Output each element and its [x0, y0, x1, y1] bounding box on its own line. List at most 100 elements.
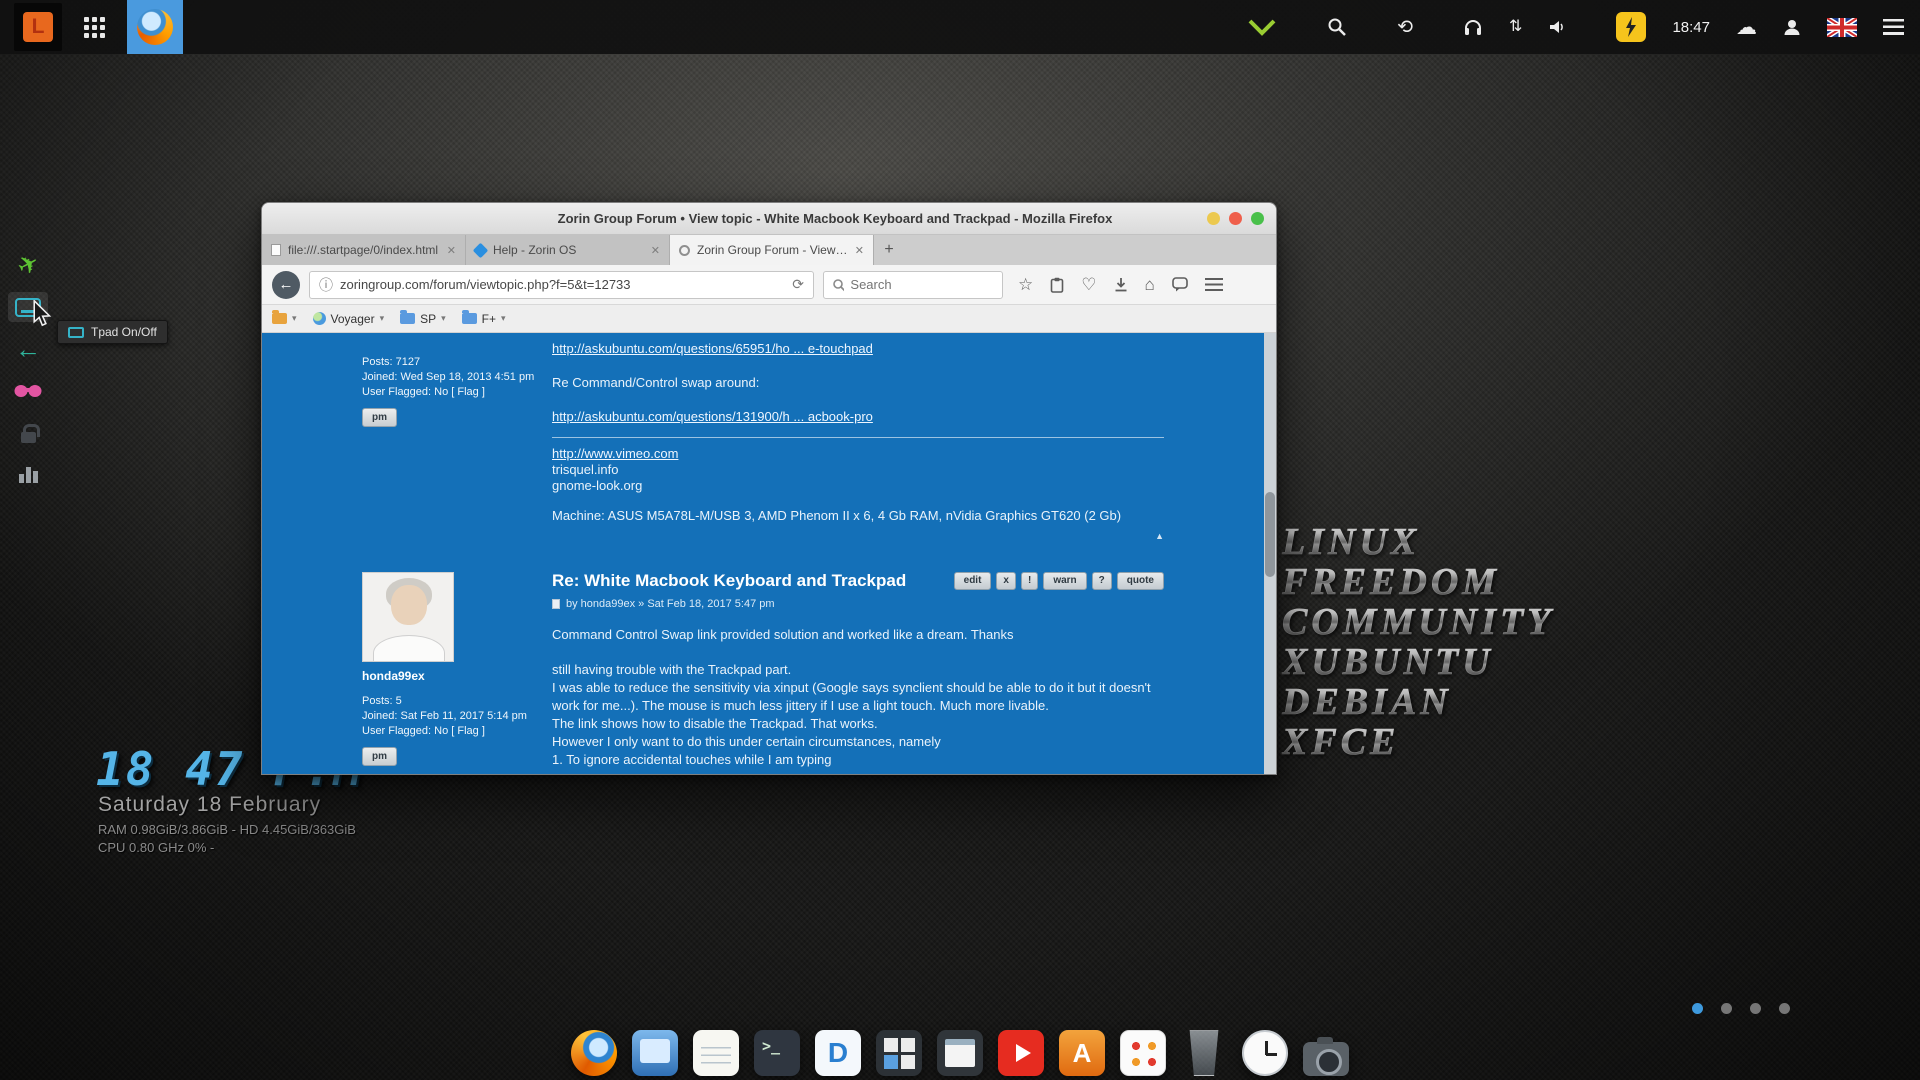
- back-to-top-icon[interactable]: ▲: [552, 528, 1164, 544]
- menu-icon[interactable]: [1205, 278, 1223, 291]
- search-input[interactable]: [850, 277, 994, 292]
- globe-favicon: [679, 245, 690, 256]
- dock-terminal-icon[interactable]: [754, 1030, 800, 1076]
- wallpaper-word: DEBIAN: [1282, 682, 1554, 722]
- user-account-icon[interactable]: [1783, 18, 1801, 36]
- tab-label: Zorin Group Forum - View top...: [697, 243, 848, 257]
- bookmarks-toolbar: ▾ Voyager ▾ SP ▾ F+ ▾: [262, 305, 1276, 333]
- pocket-heart-icon[interactable]: ♡: [1081, 276, 1096, 293]
- launcher-airplane-mode[interactable]: ✈: [8, 250, 48, 280]
- signature-text: trisquel.info: [552, 462, 1164, 478]
- chat-bubble-icon[interactable]: [1172, 277, 1188, 292]
- scrollbar[interactable]: [1264, 333, 1276, 775]
- weather-cloud-icon[interactable]: ☁: [1736, 17, 1757, 38]
- site-info-icon[interactable]: ⓘ: [319, 275, 333, 295]
- left-arrow-icon: ←: [15, 336, 41, 362]
- dock-trash-icon[interactable]: [1186, 1030, 1222, 1076]
- report-button[interactable]: !: [1021, 572, 1038, 590]
- dock-file-manager-icon[interactable]: [632, 1030, 678, 1076]
- post-link[interactable]: http://askubuntu.com/questions/65951/ho …: [552, 341, 873, 357]
- headphones-icon[interactable]: [1463, 18, 1483, 36]
- url-bar[interactable]: ⓘ zoringroup.com/forum/viewtopic.php?f=5…: [309, 271, 814, 299]
- home-icon[interactable]: ⌂: [1145, 276, 1155, 293]
- author-name[interactable]: honda99ex: [362, 669, 552, 684]
- updates-chevron-icon[interactable]: [1247, 18, 1277, 36]
- dock-text-editor-icon[interactable]: [693, 1030, 739, 1076]
- dock-docky-icon[interactable]: [815, 1030, 861, 1076]
- globe-icon: [313, 312, 326, 325]
- tab-close-icon[interactable]: ✕: [447, 244, 456, 257]
- workspace-dot-1[interactable]: [1692, 1003, 1703, 1014]
- tab-startpage[interactable]: file:///.startpage/0/index.html ✕: [262, 235, 466, 265]
- url-text[interactable]: zoringroup.com/forum/viewtopic.php?f=5&t…: [340, 277, 785, 292]
- distro-logo-button[interactable]: [14, 3, 62, 51]
- wallpaper-word: XFCE: [1282, 722, 1554, 762]
- post-byline: by honda99ex » Sat Feb 18, 2017 5:47 pm: [552, 596, 1164, 612]
- downloads-icon[interactable]: [1114, 277, 1128, 292]
- tab-close-icon[interactable]: ✕: [855, 244, 864, 257]
- bookmark-sp[interactable]: SP ▾: [400, 312, 446, 326]
- workspace-dot-3[interactable]: [1750, 1003, 1761, 1014]
- back-button[interactable]: ←: [272, 271, 300, 299]
- network-arrows-icon[interactable]: ⇅: [1509, 19, 1522, 35]
- tooltip-label: Tpad On/Off: [91, 325, 157, 339]
- scrollbar-thumb[interactable]: [1265, 492, 1275, 576]
- volume-icon[interactable]: [1548, 19, 1566, 35]
- reload-icon[interactable]: ⟳: [792, 276, 804, 293]
- author-flagged[interactable]: User Flagged: No [ Flag ]: [362, 724, 552, 739]
- panel-clock[interactable]: 18:47: [1672, 19, 1710, 36]
- workspace-dot-2[interactable]: [1721, 1003, 1732, 1014]
- history-icon[interactable]: ⟲: [1397, 18, 1413, 37]
- power-manager-icon[interactable]: [1616, 12, 1646, 42]
- dock-workspace-tiles-icon[interactable]: [876, 1030, 922, 1076]
- dock-camera-icon[interactable]: [1303, 1042, 1349, 1076]
- firefox-panel-button[interactable]: [127, 0, 183, 54]
- bookmark-voyager[interactable]: Voyager ▾: [313, 312, 385, 326]
- edit-button[interactable]: edit: [954, 572, 992, 590]
- launcher-lock-screen[interactable]: [8, 418, 48, 448]
- launcher-system-monitor[interactable]: [8, 460, 48, 490]
- quote-button[interactable]: quote: [1117, 572, 1164, 590]
- info-button[interactable]: ?: [1092, 572, 1112, 590]
- maximize-button[interactable]: [1229, 212, 1242, 225]
- dock-app-store-icon[interactable]: [1059, 1030, 1105, 1076]
- minimize-button[interactable]: [1207, 212, 1220, 225]
- pm-button[interactable]: pm: [362, 408, 397, 427]
- launcher-privacy-mask[interactable]: [8, 376, 48, 406]
- bookmark-star-icon[interactable]: ☆: [1018, 276, 1033, 293]
- bookmark-fplus[interactable]: F+ ▾: [462, 312, 506, 326]
- bookmark-label: F+: [482, 312, 496, 326]
- launcher-back-action[interactable]: ←: [8, 334, 48, 364]
- top-panel: ⟲ ⇅ 18:47 ☁: [0, 0, 1920, 54]
- author-flagged[interactable]: User Flagged: No [ Flag ]: [362, 385, 552, 400]
- post-link[interactable]: http://askubuntu.com/questions/131900/h …: [552, 409, 873, 425]
- app-grid-icon[interactable]: [84, 17, 105, 38]
- dock-clock-icon[interactable]: [1242, 1030, 1288, 1076]
- chevron-down-icon: ▾: [380, 313, 385, 324]
- warn-button[interactable]: warn: [1043, 572, 1086, 590]
- delete-button[interactable]: x: [996, 572, 1016, 590]
- pm-button[interactable]: pm: [362, 747, 397, 766]
- window-titlebar[interactable]: Zorin Group Forum • View topic - White M…: [262, 203, 1276, 235]
- bookmark-folder-root[interactable]: ▾: [272, 313, 297, 324]
- avatar-shoulders: [373, 635, 445, 662]
- signature-link[interactable]: http://www.vimeo.com: [552, 446, 678, 462]
- workspace-dot-4[interactable]: [1779, 1003, 1790, 1014]
- panel-menu-icon[interactable]: [1883, 19, 1904, 35]
- close-button[interactable]: [1251, 212, 1264, 225]
- clipboard-icon[interactable]: [1050, 277, 1064, 293]
- search-bar[interactable]: [823, 271, 1003, 299]
- tab-close-icon[interactable]: ✕: [651, 244, 660, 257]
- dock-dot-grid-app-icon[interactable]: [1120, 1030, 1166, 1076]
- keyboard-layout-flag-icon[interactable]: [1827, 18, 1857, 37]
- post-page-icon[interactable]: [552, 599, 560, 609]
- dock-firefox-icon[interactable]: [571, 1030, 617, 1076]
- signature-divider: [552, 437, 1164, 438]
- tab-forum-topic[interactable]: Zorin Group Forum - View top... ✕: [670, 235, 874, 265]
- new-tab-button[interactable]: +: [874, 235, 904, 265]
- author-joined: Joined: Wed Sep 18, 2013 4:51 pm: [362, 370, 552, 385]
- dock-window-manager-icon[interactable]: [937, 1030, 983, 1076]
- tab-help-zorin[interactable]: Help - Zorin OS ✕: [466, 235, 670, 265]
- search-icon[interactable]: [1327, 17, 1347, 37]
- dock-video-player-icon[interactable]: [998, 1030, 1044, 1076]
